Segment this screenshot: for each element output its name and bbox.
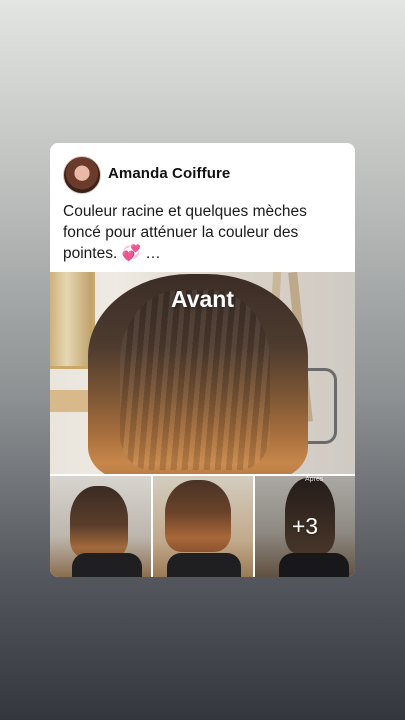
hair-texture [120, 290, 270, 470]
hearts-emoji-icon: 💞 [121, 245, 141, 262]
post-header: Amanda Coiffure [50, 143, 355, 203]
main-photo[interactable]: Avant [50, 272, 355, 474]
thumbnail-more-photos[interactable]: Après +3 [255, 476, 355, 577]
cape [72, 553, 142, 577]
post-card[interactable]: Amanda Coiffure Couleur racine et quelqu… [50, 143, 355, 577]
cape [167, 553, 241, 577]
caption-text: Couleur racine et quelques mèches foncé … [63, 203, 307, 262]
photo-label-avant: Avant [170, 286, 235, 312]
hair [70, 486, 128, 558]
post-caption: Couleur racine et quelques mèches foncé … [63, 201, 348, 264]
avatar[interactable] [63, 156, 101, 194]
thumbnail-photo[interactable] [50, 476, 151, 577]
see-more-ellipsis[interactable]: … [145, 245, 161, 262]
hair [165, 480, 231, 552]
thumbnail-photo[interactable] [153, 476, 253, 577]
photo-thumbnails: Après +3 [50, 476, 355, 577]
author-name[interactable]: Amanda Coiffure [108, 165, 230, 182]
more-photos-count[interactable]: +3 [255, 476, 355, 577]
